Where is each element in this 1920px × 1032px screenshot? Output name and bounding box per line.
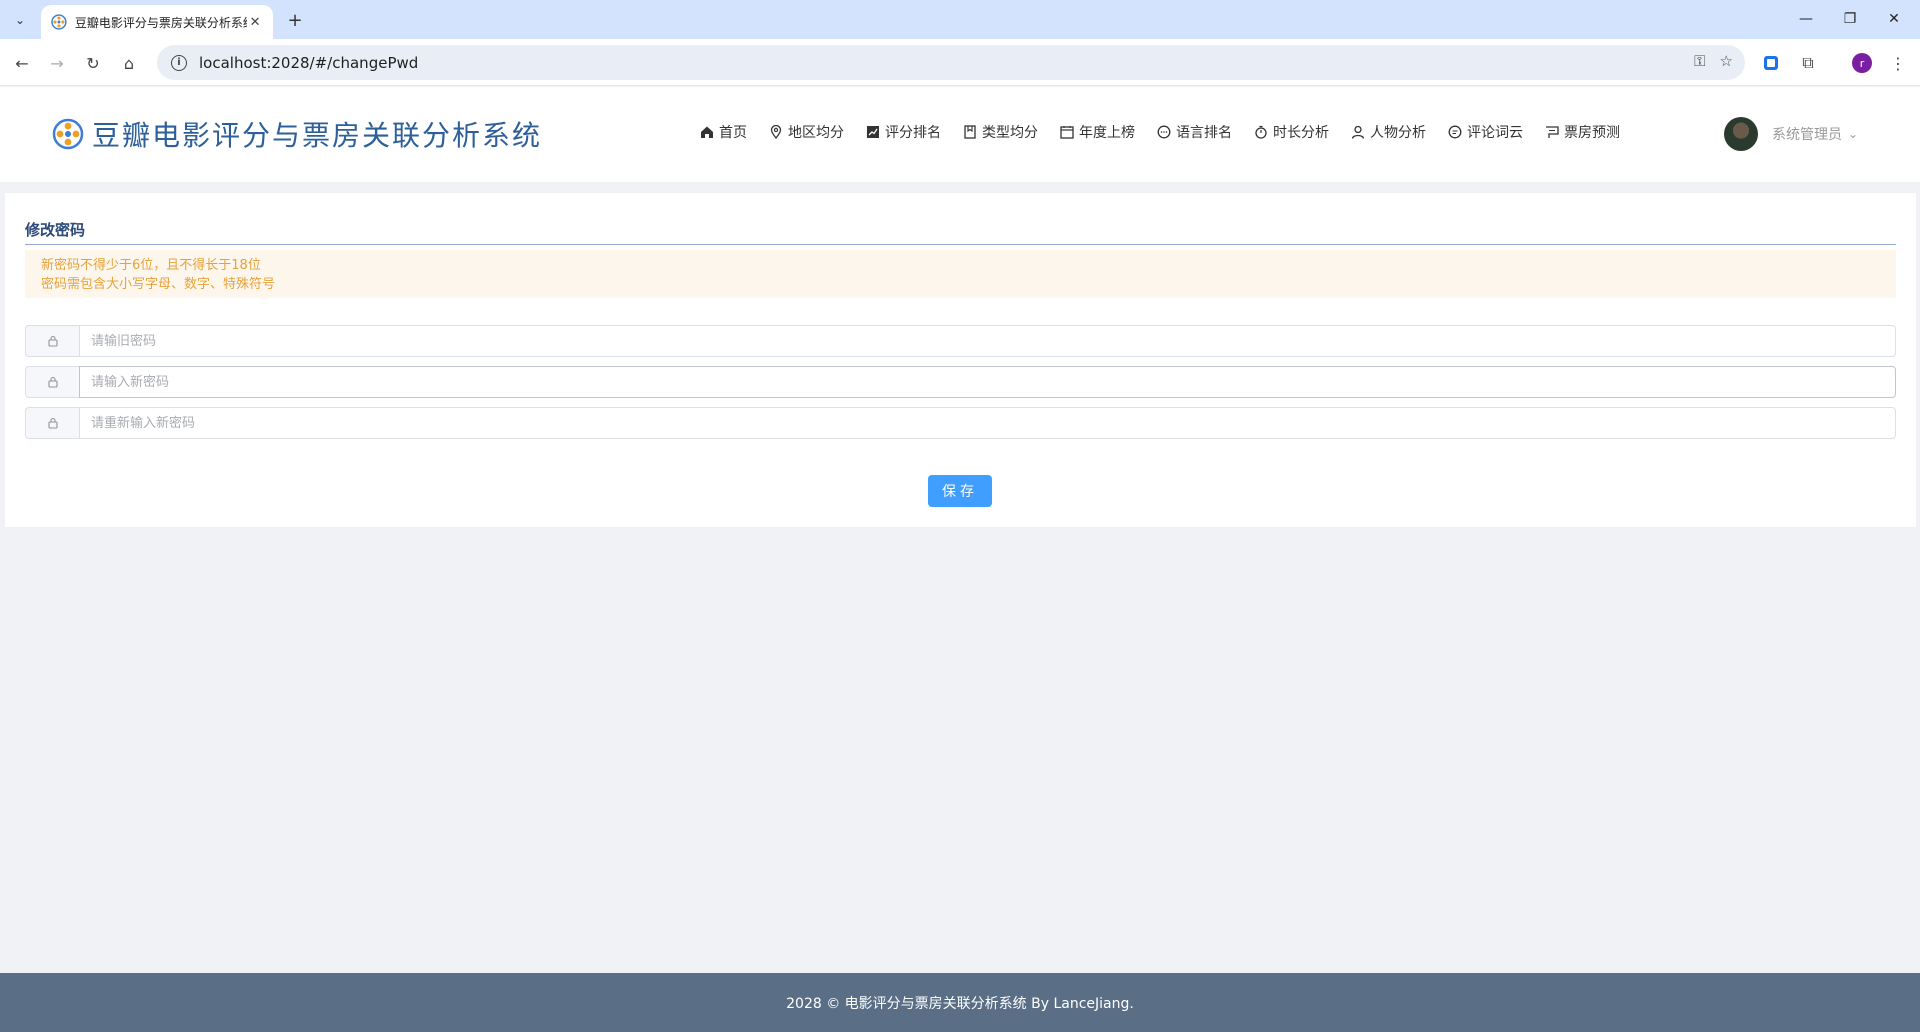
logo[interactable]: 豆瓣电影评分与票房关联分析系统 [52, 114, 542, 154]
main-nav: 首页 地区均分 评分排名 类型均分 年度上榜 语言排名 时长分析 人物分析 评论… [700, 122, 1642, 142]
cart-icon [1545, 125, 1559, 139]
lock-icon [25, 366, 79, 398]
comment-icon [1448, 125, 1462, 139]
chat-icon [1157, 125, 1171, 139]
page-title: 修改密码 [25, 221, 86, 239]
lock-icon [25, 325, 79, 357]
nav-label: 首页 [719, 125, 747, 141]
nav-label: 票房预测 [1564, 125, 1620, 141]
nav-item-language[interactable]: 语言排名 [1157, 122, 1232, 142]
confirm-password-input[interactable] [79, 407, 1896, 439]
calendar-icon [1060, 125, 1074, 139]
back-arrow-icon[interactable]: ← [7, 48, 37, 78]
tab-close-icon[interactable]: ✕ [247, 15, 263, 30]
tab-search-chevron-icon[interactable]: ⌄ [7, 7, 33, 33]
puzzle-extensions-icon[interactable]: ⧉ [1793, 48, 1823, 78]
user-name: 系统管理员 [1772, 127, 1842, 143]
film-reel-icon [51, 14, 67, 30]
footer: 2028 © 电影评分与票房关联分析系统 By LanceJiang. [0, 973, 1920, 1032]
nav-label: 人物分析 [1370, 125, 1426, 141]
user-icon [1351, 125, 1365, 139]
browser-tab[interactable]: 豆瓣电影评分与票房关联分析系统 ✕ [41, 5, 273, 39]
footer-text: 2028 © 电影评分与票房关联分析系统 By LanceJiang. [786, 995, 1134, 1012]
confirm-password-field [25, 407, 1896, 439]
nav-label: 年度上榜 [1079, 125, 1135, 141]
save-button[interactable]: 保存 [928, 475, 992, 507]
nav-item-region[interactable]: 地区均分 [769, 122, 844, 142]
nav-item-wordcloud[interactable]: 评论词云 [1448, 122, 1523, 142]
user-menu[interactable]: 系统管理员 ⌄ [1724, 117, 1858, 151]
nav-label: 时长分析 [1273, 125, 1329, 141]
site-info-icon[interactable]: i [171, 54, 187, 71]
new-tab-plus-icon[interactable]: + [281, 6, 309, 34]
browser-tabstrip: ⌄ 豆瓣电影评分与票房关联分析系统 ✕ + — ❐ ✕ [0, 0, 1920, 39]
tab-title: 豆瓣电影评分与票房关联分析系统 [74, 15, 248, 30]
window-close-icon[interactable]: ✕ [1874, 4, 1914, 34]
old-password-field [25, 325, 1896, 357]
reload-icon[interactable]: ↻ [78, 48, 108, 78]
nav-item-duration[interactable]: 时长分析 [1254, 122, 1329, 142]
home-icon[interactable]: ⌂ [114, 48, 144, 78]
lock-icon [25, 407, 79, 439]
old-password-input[interactable] [79, 325, 1896, 357]
nav-label: 评论词云 [1467, 125, 1523, 141]
nav-label: 类型均分 [982, 125, 1038, 141]
nav-item-rating-rank[interactable]: 评分排名 [866, 122, 941, 142]
nav-label: 地区均分 [788, 125, 844, 141]
nav-item-boxoffice[interactable]: 票房预测 [1545, 122, 1620, 142]
location-icon [769, 125, 783, 139]
stopwatch-icon [1254, 125, 1268, 139]
home-icon [700, 125, 714, 139]
app-header: 豆瓣电影评分与票房关联分析系统 首页 地区均分 评分排名 类型均分 年度上榜 语… [0, 87, 1920, 182]
nav-label: 评分排名 [885, 125, 941, 141]
browser-toolbar: ← → ↻ ⌂ i localhost:2028/#/changePwd ⚿ ☆… [0, 39, 1920, 86]
bookmark-star-icon[interactable]: ☆ [1720, 52, 1733, 70]
restore-icon[interactable]: ❐ [1830, 4, 1870, 34]
profile-initial: r [1852, 53, 1872, 73]
alert-line: 密码需包含大小写字母、数字、特殊符号 [41, 277, 276, 292]
chevron-down-icon: ⌄ [1848, 127, 1859, 141]
film-reel-icon [52, 118, 84, 150]
nav-item-yearly[interactable]: 年度上榜 [1060, 122, 1135, 142]
new-password-input[interactable] [79, 366, 1896, 398]
address-bar[interactable]: i localhost:2028/#/changePwd ⚿ ☆ [157, 45, 1745, 80]
app-title: 豆瓣电影评分与票房关联分析系统 [92, 119, 543, 152]
alert-line: 新密码不得少于6位，且不得长于18位 [41, 258, 261, 273]
nav-label: 语言排名 [1176, 125, 1232, 141]
minimize-icon[interactable]: — [1786, 4, 1826, 34]
nav-item-home[interactable]: 首页 [700, 122, 747, 142]
nav-item-genre[interactable]: 类型均分 [963, 122, 1038, 142]
title-divider [25, 244, 1896, 245]
password-key-icon[interactable]: ⚿ [1694, 52, 1705, 70]
avatar[interactable] [1724, 117, 1758, 151]
bookmark-icon [963, 125, 977, 139]
nav-item-people[interactable]: 人物分析 [1351, 122, 1426, 142]
url-text: localhost:2028/#/changePwd [199, 53, 419, 72]
forward-arrow-icon[interactable]: → [42, 48, 72, 78]
extension-icon[interactable] [1756, 48, 1786, 78]
password-rules-alert: 新密码不得少于6位，且不得长于18位 密码需包含大小写字母、数字、特殊符号 [25, 250, 1896, 298]
profile-avatar[interactable]: r [1847, 48, 1877, 78]
change-password-card: 修改密码 新密码不得少于6位，且不得长于18位 密码需包含大小写字母、数字、特殊… [5, 193, 1916, 527]
more-menu-icon[interactable]: ⋮ [1883, 48, 1913, 78]
chart-icon [866, 125, 880, 139]
new-password-field [25, 366, 1896, 398]
